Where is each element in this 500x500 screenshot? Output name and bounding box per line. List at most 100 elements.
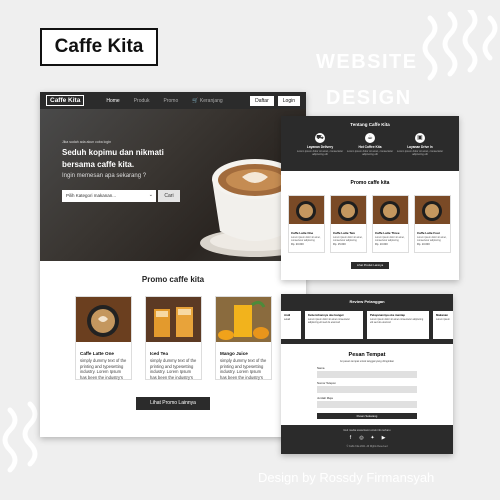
- product-price: Rp. 10.000: [417, 243, 430, 246]
- product-card[interactable]: Caffe Latte Three Lorem ipsum dolor sit …: [372, 195, 409, 253]
- main-page-mockup: Caffe Kita Home Produk Promo 🛒 Keranjang…: [40, 92, 306, 437]
- promo-card[interactable]: Iced Tea simply dummy text of the printi…: [145, 296, 202, 380]
- nav-home[interactable]: Home: [106, 98, 119, 104]
- name-field[interactable]: [317, 371, 417, 378]
- watermark-line-2: DESIGN: [326, 87, 412, 109]
- product-card[interactable]: Caffe Latte One Lorem ipsum dolor sit am…: [288, 195, 325, 253]
- twitter-icon[interactable]: ✦: [370, 435, 376, 441]
- review-text: Lorem ipsum dolor sit amet consectetur a…: [370, 318, 424, 324]
- review-card: Pelayanannya oke mantap Lorem ipsum dolo…: [367, 311, 429, 339]
- about-section: Tentang Caffe Kita ⛟ Layanan Delivery Lo…: [281, 116, 459, 171]
- product-name: Caffe Latte Four: [417, 231, 441, 235]
- hero-headline-brand: caffe kita.: [97, 160, 135, 169]
- nav-produk[interactable]: Produk: [134, 98, 150, 104]
- about-products-mockup: Tentang Caffe Kita ⛟ Layanan Delivery Lo…: [281, 116, 459, 280]
- hero-small-text: Jika sudah ada akun coba login: [62, 140, 112, 144]
- coffee-icon: ☕: [365, 133, 375, 143]
- hero-headline-1: Seduh kopimu dan nikmati: [62, 148, 164, 157]
- product-image: [373, 196, 408, 224]
- booking-title: Pesan Tempat: [348, 352, 386, 358]
- copyright: © Caffe Kita 2021. All Rights Reserved: [346, 445, 388, 448]
- watermark-line-1: WEBSITE: [316, 51, 418, 73]
- product-image: [415, 196, 450, 224]
- product-price: Rp. 20.000: [291, 243, 304, 246]
- review-text: Lorem ipsum: [436, 318, 450, 321]
- promo-title: Promo caffe kita: [141, 275, 205, 284]
- footer-text: Ikuti media sosial kami untuk info terba…: [343, 429, 391, 432]
- feature-item: ⛟ Layanan Delivery Lorem ipsum dolor sit…: [295, 133, 345, 156]
- nav-auth: Daftar Login: [250, 95, 300, 106]
- review-text: Lorem ipsum dolor sit amet consectetur a…: [308, 318, 350, 324]
- review-text: sekali: [284, 318, 291, 321]
- feature-desc: Lorem ipsum dolor sit amet, consectetur …: [396, 150, 444, 157]
- search-button[interactable]: Cari: [158, 190, 180, 202]
- review-booking-mockup: Review Pelanggan Andi sekali Kebersihann…: [281, 294, 453, 454]
- squiggle-decoration-top: [422, 10, 498, 81]
- brand-logo: Caffe Kita: [40, 28, 158, 66]
- hero-section: Jika sudah ada akun coba login Seduh kop…: [40, 109, 306, 261]
- instagram-icon[interactable]: ◎: [359, 435, 365, 441]
- review-card: Kebersihannya oke banget Lorem ipsum dol…: [305, 311, 363, 339]
- review-name: Makanan: [436, 313, 448, 317]
- caffe-latte-image: [76, 297, 131, 342]
- book-now-button[interactable]: Pesan Sekarang: [317, 413, 417, 419]
- product-name: Caffe Latte One: [291, 231, 314, 235]
- name-label: Nama: [317, 366, 325, 370]
- product-image: [289, 196, 324, 224]
- review-name: Kebersihannya oke banget: [308, 313, 344, 317]
- login-button[interactable]: Login: [277, 95, 300, 106]
- footer: Ikuti media sosial kami untuk info terba…: [281, 425, 453, 454]
- designer-credit: Design by Rossdy Firmansyah: [258, 470, 435, 485]
- feature-item: ▣ Layanan Drive In Lorem ipsum dolor sit…: [395, 133, 445, 156]
- iced-tea-image: [146, 297, 201, 342]
- nav-links: Home Produk Promo 🛒 Keranjang: [106, 98, 222, 104]
- product-name: Caffe Latte Two: [333, 231, 356, 235]
- product-card[interactable]: Caffe Latte Two Lorem ipsum dolor sit am…: [330, 195, 367, 253]
- hero-headline-2: bersama: [62, 160, 95, 169]
- product-desc: Lorem ipsum dolor sit amet, consectetur …: [291, 236, 321, 242]
- review-card: Andi sekali: [281, 311, 301, 339]
- nav-brand[interactable]: Caffe Kita: [46, 95, 85, 106]
- promo-title: Promo caffe kita: [350, 180, 390, 186]
- youtube-icon[interactable]: ▶: [381, 435, 387, 441]
- more-products-button[interactable]: Lihat Produk Lainnya: [351, 262, 389, 269]
- nav-keranjang-label: Keranjang: [199, 97, 223, 104]
- product-price: Rp. 10.000: [375, 243, 388, 246]
- nav-promo[interactable]: Promo: [164, 98, 179, 104]
- nav-keranjang[interactable]: 🛒 Keranjang: [192, 98, 222, 104]
- promo-card[interactable]: Mango Juice simply dummy text of the pri…: [215, 296, 272, 380]
- product-desc: Lorem ipsum dolor sit amet, consectetur …: [333, 236, 363, 242]
- phone-field[interactable]: [317, 386, 417, 393]
- facebook-icon[interactable]: f: [348, 435, 354, 441]
- category-select[interactable]: Pilih Kategori makanan... ⌄: [62, 190, 156, 202]
- review-card: Makanan Lorem ipsum: [433, 311, 453, 339]
- mango-juice-image: [216, 297, 271, 342]
- card-name: Caffe Latte One: [80, 351, 114, 356]
- review-section: Review Pelanggan Andi sekali Kebersihann…: [281, 294, 453, 344]
- product-desc: Lorem ipsum dolor sit amet, consectetur …: [375, 236, 405, 242]
- promo-card[interactable]: Caffe Latte One simply dummy text of the…: [75, 296, 132, 380]
- booking-subtitle: Isi pesan tempat untuk tanggal yang diin…: [339, 360, 395, 363]
- product-image: [331, 196, 366, 224]
- about-title: Tentang Caffe Kita: [350, 122, 390, 127]
- chevron-down-icon: ⌄: [148, 192, 153, 198]
- navbar: Caffe Kita Home Produk Promo 🛒 Keranjang…: [40, 92, 306, 109]
- review-name: Andi: [284, 313, 291, 317]
- product-name: Caffe Latte Three: [375, 231, 400, 235]
- signup-button[interactable]: Daftar: [250, 95, 274, 106]
- feature-item: ☕ Hot Coffee Kita Lorem ipsum dolor sit …: [345, 133, 395, 156]
- feature-title: Layanan Drive In: [407, 145, 433, 149]
- review-title: Review Pelanggan: [349, 299, 385, 304]
- feature-desc: Lorem ipsum dolor sit amet, consectetur …: [346, 150, 394, 157]
- product-card[interactable]: Caffe Latte Four Lorem ipsum dolor sit a…: [414, 195, 451, 253]
- card-name: Iced Tea: [150, 351, 169, 356]
- delivery-icon: ⛟: [315, 133, 325, 143]
- table-count-field[interactable]: [317, 401, 417, 408]
- category-select-value: Pilih Kategori makanan...: [66, 193, 117, 198]
- product-desc: Lorem ipsum dolor sit amet, consectetur …: [417, 236, 447, 242]
- product-price: Rp. 15.000: [333, 243, 346, 246]
- feature-desc: Lorem ipsum dolor sit amet, consectetur …: [296, 150, 344, 157]
- more-promo-button[interactable]: Lihat Promo Lainnya: [136, 397, 210, 410]
- feature-title: Hot Coffee Kita: [358, 145, 382, 149]
- card-desc: simply dummy text of the printing and ty…: [80, 358, 127, 380]
